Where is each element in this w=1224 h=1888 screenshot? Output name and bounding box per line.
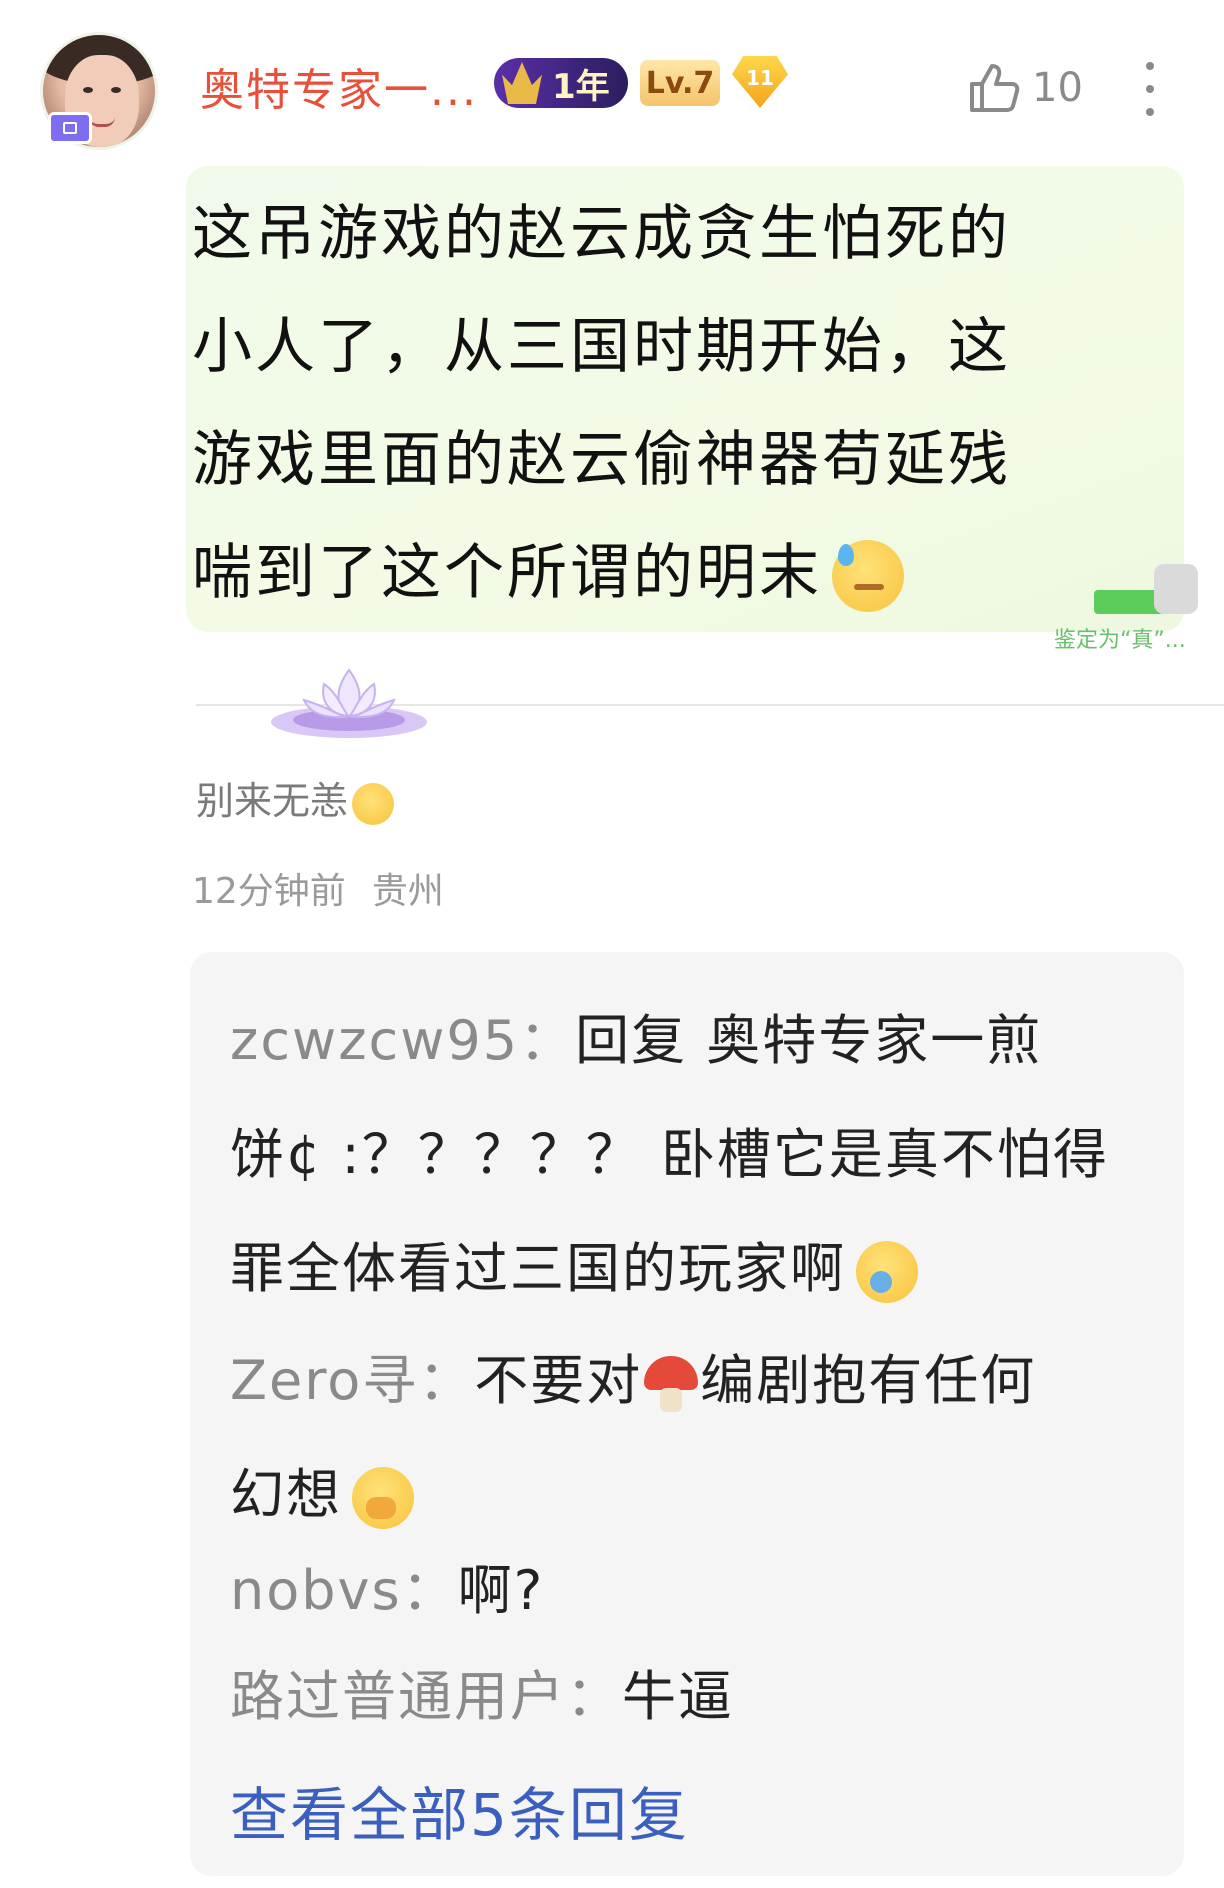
reply-item[interactable]: 路过普通用户：牛逼	[230, 1662, 1150, 1732]
reply-author[interactable]: 路过普通用户：	[230, 1665, 622, 1728]
avatar-badge-icon	[48, 112, 92, 144]
reply-text: 罪全体看过三国的玩家啊	[230, 1237, 846, 1300]
reply-text: 啊?	[457, 1559, 545, 1622]
view-all-replies-link[interactable]: 查看全部5条回复	[230, 1768, 689, 1852]
reply-item[interactable]: zcwzcw95：回复 奥特专家一煎 饼¢ :？？？？？ 卧槽它是真不怕得 罪全…	[230, 984, 1150, 1326]
comment-line: 喘到了这个所谓的明末	[192, 538, 822, 608]
sweat-smile-emoji-icon	[832, 540, 904, 613]
gem-badge: 11	[732, 56, 788, 108]
comment-location: 贵州	[371, 871, 444, 912]
user-signature: 别来无恙	[196, 770, 395, 825]
reply-text: 饼¢ :？？？？？ 卧槽它是真不怕得	[230, 1123, 1109, 1186]
gem-badge-label: 11	[746, 66, 774, 90]
comment-line: 小人了，从三国时期开始，这	[192, 312, 1011, 382]
badge-year-label: 1年	[552, 66, 610, 107]
reply-item[interactable]: Zero寻：不要对 编剧抱有任何 幻想	[230, 1324, 1150, 1552]
like-count: 10	[1032, 65, 1083, 111]
mushroom-emoji-icon	[642, 1354, 700, 1414]
level-badge: Lv.7	[640, 60, 720, 106]
lotus-decoration-icon	[271, 668, 427, 738]
signature-text: 别来无恙	[196, 779, 349, 823]
sick-emoji-icon	[856, 1241, 918, 1304]
reply-author[interactable]: nobvs：	[230, 1559, 458, 1622]
reply-text: 不要对	[474, 1349, 643, 1412]
like-button[interactable]: 10	[966, 60, 1083, 116]
reply-text: 幻想	[230, 1463, 342, 1526]
comment-time: 12分钟前	[192, 871, 346, 912]
stamp-icon	[1094, 556, 1204, 626]
reply-author[interactable]: Zero寻：	[230, 1349, 474, 1412]
hand-over-mouth-emoji-icon	[352, 1467, 414, 1530]
reply-text: 回复 奥特专家一煎	[575, 1009, 1043, 1072]
membership-year-badge: 1年	[494, 58, 628, 108]
reply-text: 牛逼	[622, 1665, 734, 1728]
crown-icon	[502, 62, 542, 104]
like-icon[interactable]	[966, 60, 1022, 116]
reply-item[interactable]: nobvs：啊?	[230, 1556, 1150, 1626]
comment-line-last: 喘到了这个所谓的明末	[192, 517, 1072, 630]
stamp-label: 鉴定为“真”...	[1054, 628, 1186, 653]
verification-stamp[interactable]: 鉴定为“真”...	[1054, 556, 1204, 656]
more-options-button[interactable]	[1144, 62, 1156, 116]
more-icon	[1146, 62, 1154, 70]
smile-emoji-icon	[352, 782, 395, 825]
reply-text: 编剧抱有任何	[700, 1349, 1037, 1412]
username[interactable]: 奥特专家一...	[200, 54, 478, 118]
reply-author[interactable]: zcwzcw95：	[230, 1009, 575, 1072]
comment-line: 游戏里面的赵云偷神器苟延残	[192, 425, 1011, 495]
comment-meta: 12分钟前 贵州	[192, 862, 444, 914]
comment-body: 这吊游戏的赵云成贪生怕死的 小人了，从三国时期开始，这 游戏里面的赵云偷神器苟延…	[192, 178, 1072, 630]
comment-line: 这吊游戏的赵云成贪生怕死的	[192, 199, 1011, 269]
